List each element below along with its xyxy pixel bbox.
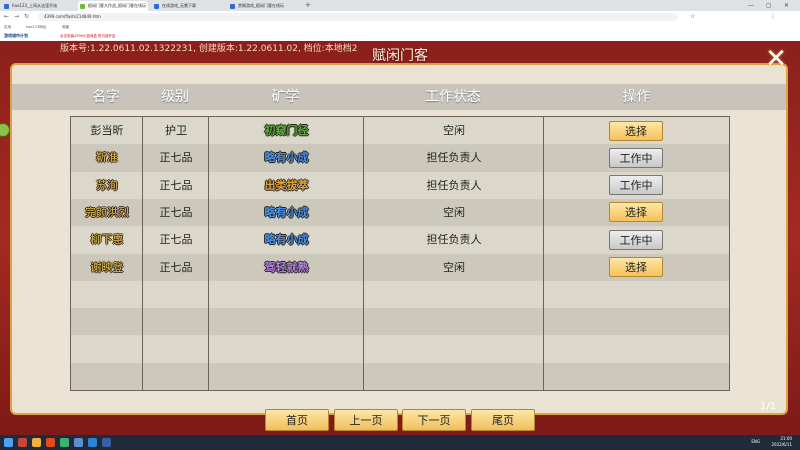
maximize-button[interactable]: ▢	[766, 0, 772, 11]
tab-favicon-icon	[230, 4, 235, 9]
name-cell: 彭当昕	[90, 124, 124, 137]
column-header-name: 名字	[92, 89, 120, 105]
bookmark-favorites[interactable]: 收藏	[62, 23, 69, 31]
empty-row	[71, 281, 729, 308]
chrome-icon[interactable]	[60, 438, 69, 447]
level-cell: 正七品	[159, 233, 193, 247]
level-cell: 正七品	[159, 178, 193, 192]
table-row: 苏洵 正七品 出类拔萃 担任负责人 工作中	[71, 172, 729, 199]
star-icon[interactable]: ☆	[690, 11, 695, 23]
level-cell: 护卫	[165, 124, 187, 137]
empty-row	[71, 362, 729, 390]
column-header-level: 级别	[161, 89, 189, 105]
tab-favicon-icon	[80, 4, 85, 9]
name-cell: 柳下惠	[90, 233, 124, 247]
working-button[interactable]: 工作中	[609, 147, 663, 168]
tab-label: hao123_上网从这里开始	[12, 3, 58, 8]
next-page-button[interactable]: 下一页	[402, 409, 466, 431]
taskbar-app-icon[interactable]	[88, 438, 97, 447]
column-divider	[208, 117, 209, 390]
level-cell: 正七品	[159, 205, 193, 219]
column-divider	[142, 117, 143, 390]
name-cell: 苏洵	[96, 178, 118, 192]
working-button[interactable]: 工作中	[609, 229, 663, 250]
skill-cell: 驾轻就熟	[264, 260, 309, 274]
tab-favicon-icon	[154, 4, 159, 9]
working-button[interactable]: 工作中	[609, 175, 663, 196]
skill-cell: 略有小成	[264, 151, 309, 165]
column-header-status: 工作状态	[425, 89, 481, 105]
ime-indicator[interactable]: ENG	[751, 439, 760, 444]
status-cell: 空闲	[443, 205, 465, 219]
table-row: 靳准 正七品 略有小成 担任负责人 工作中	[71, 144, 729, 172]
select-button[interactable]: 选择	[609, 257, 663, 278]
url-input[interactable]: 4399.com/flash/214849.htm	[38, 13, 678, 21]
game-canvas: 版本号:1.22.0611.02.1322231, 创建版本:1.22.0611…	[0, 41, 800, 435]
skill-cell: 略有小成	[264, 233, 309, 247]
table-row: 柳下惠 正七品 略有小成 担任负责人 工作中	[71, 226, 729, 253]
table-row: 完颜洪烈 正七品 略有小成 空闲 选择	[71, 198, 729, 227]
table-row: 彭当昕 护卫 初窥门径 空闲 选择	[71, 117, 729, 144]
select-button[interactable]: 选择	[609, 120, 663, 141]
skill-cell: 略有小成	[264, 205, 309, 219]
browser-tab-1[interactable]: hao123_上网从这里开始	[2, 1, 72, 11]
tab-label: 赏赐游戏_赋闲门客在线玩	[238, 3, 284, 8]
taskbar: ENG 21:00 2022/6/11	[0, 435, 800, 450]
tab-label: 赋闲门客大作战_赋闲门客在线玩	[88, 3, 146, 8]
column-divider	[363, 117, 364, 390]
taskbar-app-icon[interactable]	[32, 438, 41, 447]
taskbar-app-icon[interactable]	[18, 438, 27, 447]
status-cell: 担任负责人	[426, 151, 482, 165]
column-divider	[543, 117, 544, 390]
close-icon[interactable]: ✕	[762, 46, 790, 72]
clock-date: 2022/6/11	[771, 442, 792, 447]
panel-title: 赋闲门客	[372, 48, 428, 64]
start-icon[interactable]	[4, 438, 13, 447]
name-cell: 靳准	[96, 151, 118, 165]
status-cell: 空闲	[443, 260, 465, 274]
bookmark-hao123[interactable]: hao123网址	[26, 23, 46, 31]
reload-icon[interactable]: ↻	[24, 11, 29, 23]
skill-cell: 出类拔萃	[264, 178, 309, 192]
close-window-button[interactable]: ✕	[784, 0, 789, 11]
skill-cell: 初窥门径	[264, 124, 309, 137]
tab-label: 在线游戏_无需下载	[162, 3, 196, 8]
bookmark-apps[interactable]: 应用	[4, 23, 11, 31]
empty-row	[71, 308, 729, 336]
level-cell: 正七品	[159, 260, 193, 274]
column-header-skill: 矿学	[271, 89, 300, 105]
empty-row	[71, 335, 729, 362]
taskbar-app-icon[interactable]	[46, 438, 55, 447]
status-cell: 担任负责人	[426, 233, 482, 247]
back-arrow-icon[interactable]: ←	[4, 11, 9, 23]
column-header-action: 操作	[622, 89, 651, 105]
browser-tab-3[interactable]: 在线游戏_无需下载	[152, 1, 222, 11]
new-tab-button[interactable]: +	[305, 0, 311, 11]
taskbar-app-icon[interactable]	[102, 438, 111, 447]
last-page-button[interactable]: 尾页	[471, 409, 535, 431]
forward-arrow-icon[interactable]: →	[14, 11, 19, 23]
status-cell: 担任负责人	[426, 178, 482, 192]
browser-tab-4[interactable]: 赏赐游戏_赋闲门客在线玩	[228, 1, 300, 11]
name-cell: 谢映登	[90, 260, 124, 274]
site-notice[interactable]: 点击安装4399小游戏盒 防沉迷开启	[60, 31, 116, 41]
minimize-button[interactable]: —	[748, 0, 754, 11]
taskbar-app-icon[interactable]	[74, 438, 83, 447]
table-row: 谢映登 正七品 驾轻就熟 空闲 选择	[71, 253, 729, 281]
bookmarks-bar: 应用 hao123网址 收藏	[0, 23, 800, 31]
site-logo[interactable]: 游戏城市计划	[4, 31, 28, 41]
status-cell: 空闲	[443, 124, 465, 137]
level-cell: 正七品	[159, 151, 193, 165]
browser-tab-bar: hao123_上网从这里开始 赋闲门客大作战_赋闲门客在线玩 在线游戏_无需下载…	[0, 0, 800, 11]
select-button[interactable]: 选择	[609, 202, 663, 223]
menu-icon[interactable]: ⋮	[770, 11, 776, 23]
retainer-table: 彭当昕 护卫 初窥门径 空闲 选择 靳准 正七品 略有小成 担任负责人 工作中 …	[70, 116, 730, 391]
first-page-button[interactable]: 首页	[265, 409, 329, 431]
tab-favicon-icon	[4, 4, 9, 9]
page-count: 1/1	[760, 401, 777, 412]
browser-tab-2[interactable]: 赋闲门客大作战_赋闲门客在线玩	[78, 1, 148, 11]
prev-page-button[interactable]: 上一页	[334, 409, 398, 431]
clock[interactable]: 21:00 2022/6/11	[771, 436, 792, 448]
name-cell: 完颜洪烈	[85, 205, 129, 219]
